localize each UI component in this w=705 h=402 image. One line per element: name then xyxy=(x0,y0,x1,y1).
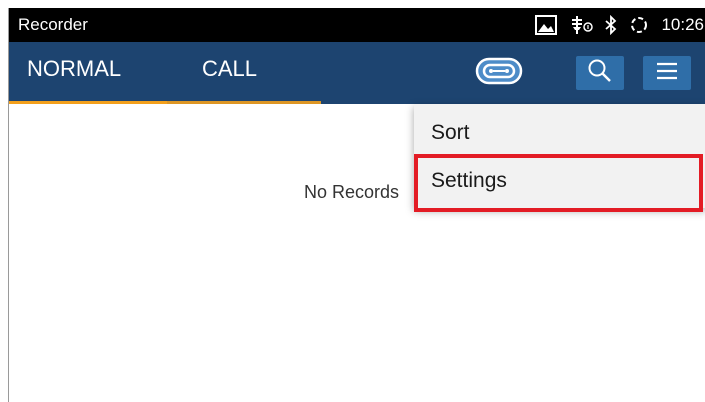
status-time: 10:26 xyxy=(661,15,704,34)
overflow-menu-icon xyxy=(656,61,678,86)
menu-item-sort[interactable]: Sort xyxy=(414,108,705,156)
tab-call[interactable]: CALL xyxy=(167,42,321,104)
usb-icon xyxy=(569,15,594,35)
recorder-app: Recorder 10:26 NORMAL CALL No Records So… xyxy=(8,8,705,402)
empty-state-text: No Records xyxy=(304,182,400,202)
action-bar: NORMAL CALL xyxy=(9,42,705,104)
settings-highlight-box xyxy=(414,154,703,212)
bluetooth-icon xyxy=(605,15,617,35)
search-icon xyxy=(587,58,613,89)
status-icons: 10:26 xyxy=(535,8,705,42)
tab-normal[interactable]: NORMAL xyxy=(9,42,167,104)
status-app-title: Recorder xyxy=(18,15,88,34)
tab-normal-label: NORMAL xyxy=(27,56,122,81)
voicemail-icon xyxy=(475,56,523,91)
overflow-menu-button[interactable] xyxy=(643,56,691,90)
tab-call-label: CALL xyxy=(202,56,258,81)
voicemail-button[interactable] xyxy=(475,56,523,90)
picture-icon xyxy=(535,15,558,35)
menu-item-sort-label: Sort xyxy=(431,121,470,144)
sync-icon xyxy=(629,15,649,35)
status-bar: Recorder 10:26 xyxy=(9,8,705,42)
search-button[interactable] xyxy=(576,56,624,90)
